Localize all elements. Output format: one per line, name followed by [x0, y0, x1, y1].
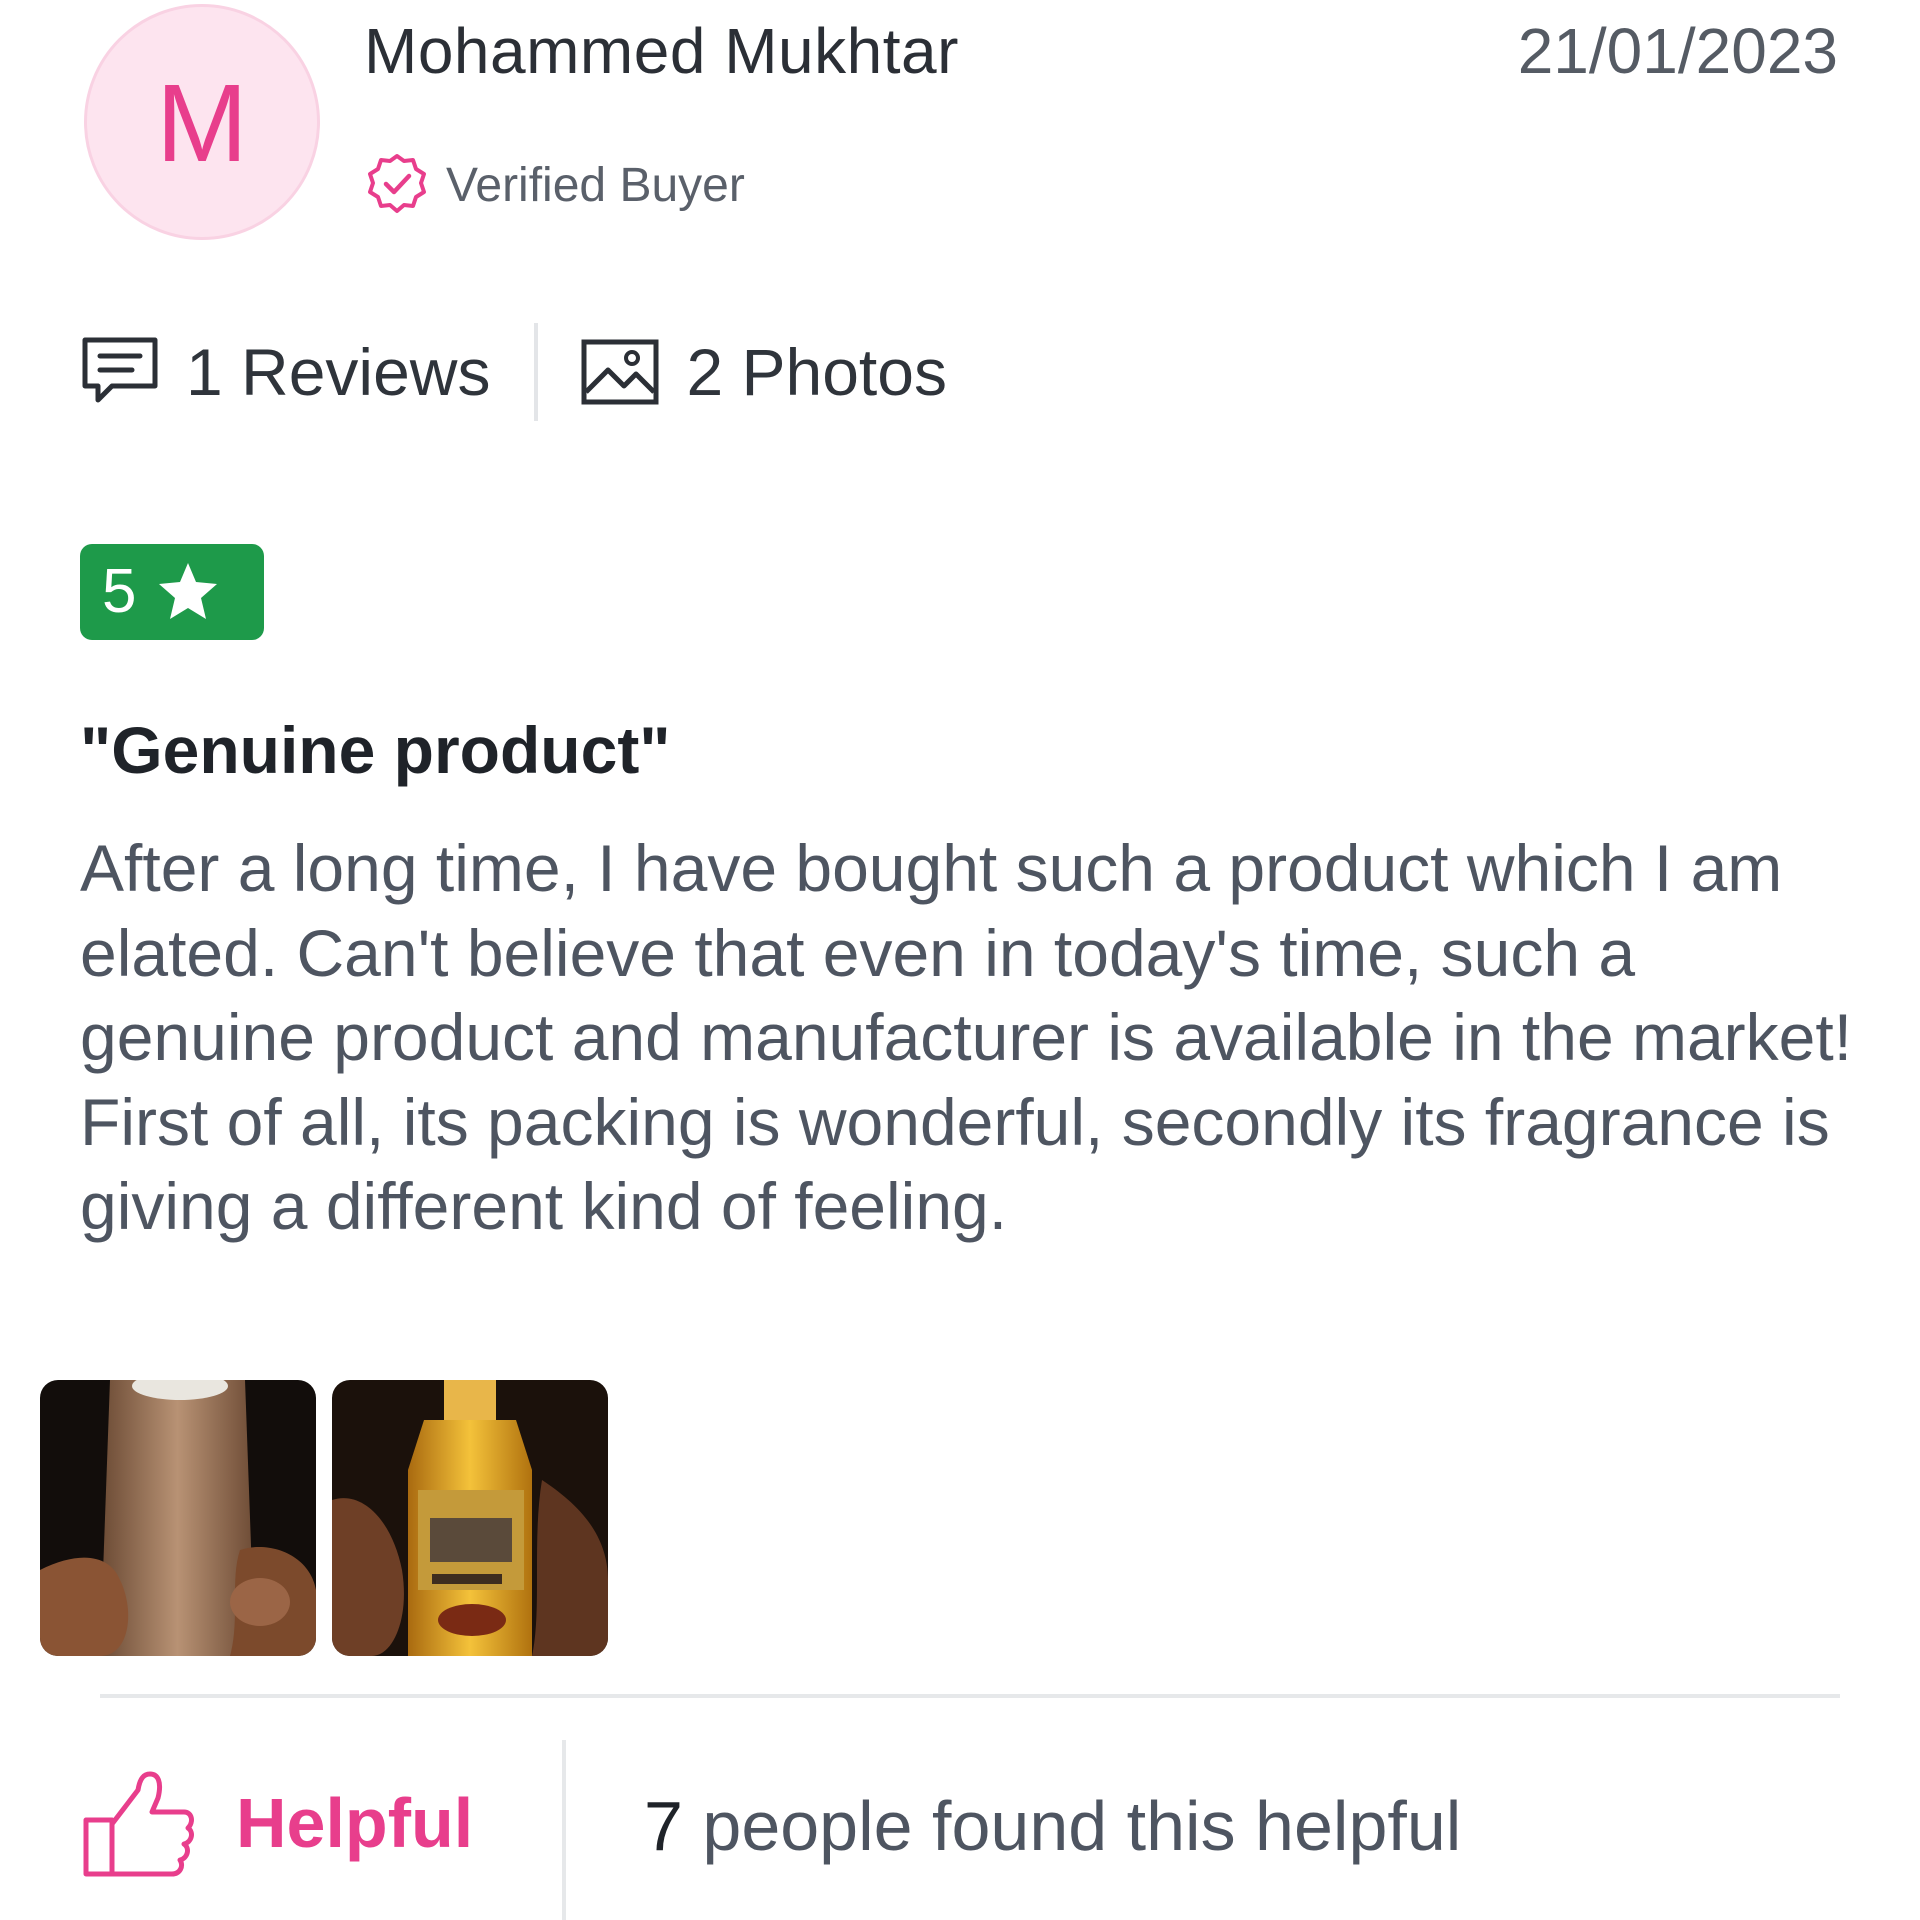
image-icon	[581, 339, 659, 405]
stats-divider	[534, 323, 539, 421]
rating-value: 5	[102, 557, 137, 626]
helpful-count: 7	[644, 1787, 683, 1865]
oil-bottle-photo	[332, 1380, 608, 1656]
avatar-initial: M	[156, 62, 248, 185]
photos-count-label: 2 Photos	[686, 335, 947, 409]
wrapped-bottle-photo	[40, 1380, 316, 1656]
verified-buyer-label: Verified Buyer	[446, 158, 745, 212]
review-photo-2[interactable]	[332, 1380, 608, 1656]
helpful-count-text: 7 people found this helpful	[644, 1786, 1461, 1866]
review-card: M Mohammed Mukhtar 21/01/2023 Verified B…	[0, 0, 1920, 1920]
verified-buyer-badge: Verified Buyer	[362, 150, 745, 220]
verified-check-icon	[368, 154, 426, 213]
reviews-count[interactable]: 1 Reviews	[80, 332, 490, 412]
reviews-count-label: 1 Reviews	[186, 335, 491, 409]
helpful-label: Helpful	[236, 1784, 474, 1862]
reviewer-name[interactable]: Mohammed Mukhtar	[364, 14, 959, 88]
rating-badge: 5	[80, 544, 264, 640]
thumbs-up-icon	[83, 1771, 194, 1877]
footer-divider	[100, 1694, 1840, 1698]
photos-count[interactable]: 2 Photos	[580, 332, 947, 412]
review-photo-1[interactable]	[40, 1380, 316, 1656]
comment-icon	[82, 337, 158, 403]
review-date: 21/01/2023	[1517, 15, 1838, 87]
helpful-button[interactable]: Helpful	[80, 1768, 473, 1878]
avatar: M	[84, 4, 320, 240]
review-photos	[40, 1380, 624, 1656]
review-body: After a long time, I have bought such a …	[80, 831, 1853, 1243]
review-title: "Genuine product"	[80, 713, 671, 787]
star-icon	[159, 563, 218, 619]
footer-vertical-divider	[562, 1740, 566, 1920]
reviewer-stats: 1 Reviews 2 Photos	[80, 322, 947, 422]
helpful-suffix: people found this helpful	[682, 1787, 1462, 1865]
